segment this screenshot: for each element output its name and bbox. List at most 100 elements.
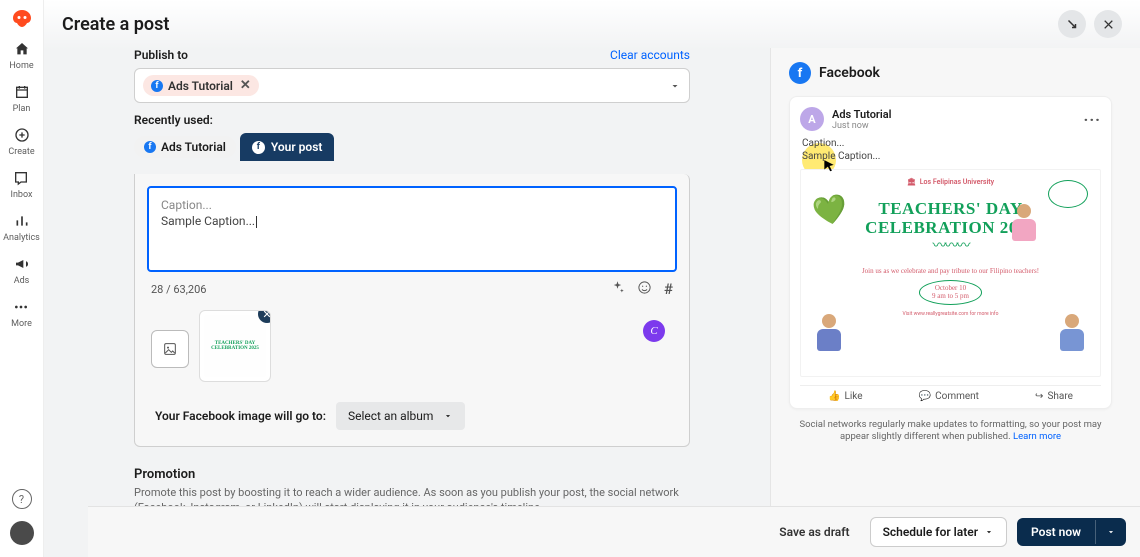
recent-chip-label: Ads Tutorial <box>161 140 226 154</box>
close-button[interactable] <box>1094 10 1122 38</box>
preview-page-name: Ads Tutorial <box>832 108 892 121</box>
account-chip[interactable]: f Ads Tutorial ✕ <box>143 75 259 96</box>
person-illustration <box>1006 204 1042 254</box>
caption-textarea[interactable]: Caption... Sample Caption... <box>147 186 677 272</box>
nav-inbox-label: Inbox <box>11 190 33 200</box>
footer: Save as draft Schedule for later Post no… <box>88 506 1140 557</box>
facebook-icon: f <box>252 141 265 154</box>
caption-line1: Caption... <box>161 198 663 212</box>
preview-card: A Ads Tutorial Just now ··· Caption... S… <box>789 96 1112 409</box>
header: Create a post <box>44 0 1140 48</box>
post-now-dropdown[interactable] <box>1095 520 1126 544</box>
preview-image: 🏛 Los Felipinas University 💚 TEACHERS' DA… <box>800 169 1101 377</box>
caption-line2: Sample Caption... <box>161 214 255 228</box>
nav-analytics[interactable]: Analytics <box>3 212 40 243</box>
flyer-title1: TEACHERS' DAY <box>878 199 1022 218</box>
album-select[interactable]: Select an album <box>336 402 465 430</box>
megaphone-icon <box>13 255 31 273</box>
your-post-tab[interactable]: f Your post <box>240 133 335 161</box>
flyer-sub2: Visit www.reallygreatsite.com for more i… <box>811 311 1090 317</box>
squiggle-icon: 〰〰〰 <box>811 235 1090 255</box>
thumbs-up-icon: 👍 <box>828 391 840 402</box>
schedule-button[interactable]: Schedule for later <box>870 517 1007 547</box>
cloud-icon <box>1048 180 1088 208</box>
cursor-icon <box>822 159 836 173</box>
preview-timestamp: Just now <box>832 121 892 131</box>
plus-circle-icon <box>13 126 31 144</box>
facebook-icon: f <box>151 80 163 92</box>
nav-create[interactable]: Create <box>8 126 34 157</box>
nav-plan-label: Plan <box>13 104 31 114</box>
flyer-date1: October 10 <box>932 284 969 292</box>
hootsuite-logo[interactable] <box>10 8 34 32</box>
chevron-down-icon <box>443 411 453 421</box>
nav-ads[interactable]: Ads <box>13 255 31 286</box>
comment-icon: 💬 <box>919 391 931 402</box>
nav-home[interactable]: Home <box>9 40 33 71</box>
flyer-sub1: Join us as we celebrate and pay tribute … <box>811 267 1090 275</box>
building-icon: 🏛 <box>907 178 916 186</box>
chevron-down-icon[interactable] <box>669 80 681 92</box>
preview-column: f Facebook A Ads Tutorial Just now ··· C… <box>770 48 1140 557</box>
publish-label: Publish to <box>134 48 188 62</box>
page-title: Create a post <box>62 14 169 35</box>
share-icon: ↪ <box>1035 391 1043 402</box>
editor-card: Caption... Sample Caption... 28 / 63,206… <box>134 174 690 447</box>
nav-more[interactable]: More <box>11 298 32 329</box>
calendar-icon <box>13 83 31 101</box>
account-chip-label: Ads Tutorial <box>168 79 233 93</box>
clear-accounts-link[interactable]: Clear accounts <box>610 48 690 62</box>
facebook-icon: f <box>144 141 156 153</box>
heart-icon: 💚 <box>810 191 850 230</box>
nav-ads-label: Ads <box>14 276 30 286</box>
chart-icon <box>13 212 31 230</box>
hashtag-icon[interactable]: # <box>664 280 673 298</box>
person-illustration <box>1054 314 1090 364</box>
learn-more-link[interactable]: Learn more <box>1013 431 1061 442</box>
preview-more-icon[interactable]: ··· <box>1084 110 1101 129</box>
preview-avatar: A <box>800 107 824 131</box>
recent-account-chip[interactable]: f Ads Tutorial <box>134 136 236 158</box>
user-avatar[interactable] <box>10 521 34 545</box>
add-media-button[interactable] <box>151 330 189 368</box>
nav-more-label: More <box>11 319 32 329</box>
nav-home-label: Home <box>9 61 33 71</box>
chevron-down-icon <box>1106 527 1116 537</box>
chevron-down-icon <box>984 527 994 537</box>
post-now-button[interactable]: Post now <box>1017 518 1095 546</box>
nav-analytics-label: Analytics <box>3 233 40 243</box>
preview-caption-line2: Sample Caption... <box>802 150 1099 163</box>
media-thumbnail[interactable]: TEACHERS' DAYCELEBRATION 2025 ✕ <box>199 310 271 382</box>
disclaimer-text: Social networks regularly make updates t… <box>789 419 1112 444</box>
nav-plan[interactable]: Plan <box>13 83 31 114</box>
compose-column: Publish to Clear accounts f Ads Tutorial… <box>44 48 770 557</box>
like-button[interactable]: 👍Like <box>828 391 863 402</box>
flyer-uni: Los Felipinas University <box>920 178 994 186</box>
comment-button[interactable]: 💬Comment <box>919 391 979 402</box>
your-post-tab-label: Your post <box>271 140 323 154</box>
nav-inbox[interactable]: Inbox <box>11 169 33 200</box>
minimize-button[interactable] <box>1058 10 1086 38</box>
emoji-icon[interactable] <box>637 280 652 298</box>
sidebar: Home Plan Create Inbox Analytics Ads Mor… <box>0 0 44 557</box>
preview-caption-line1: Caption... <box>802 137 1099 150</box>
publish-select[interactable]: f Ads Tutorial ✕ <box>134 68 690 103</box>
canva-button[interactable]: C <box>643 320 665 342</box>
album-select-value: Select an album <box>348 409 433 423</box>
album-label: Your Facebook image will go to: <box>155 409 326 423</box>
home-icon <box>13 40 31 58</box>
nav-create-label: Create <box>8 147 34 157</box>
help-icon[interactable]: ? <box>12 489 32 509</box>
ai-sparkle-icon[interactable] <box>610 280 625 298</box>
preview-network-label: Facebook <box>819 65 880 81</box>
share-button[interactable]: ↪Share <box>1035 391 1073 402</box>
more-icon <box>12 298 30 316</box>
person-illustration <box>811 314 847 364</box>
recently-used-label: Recently used: <box>134 113 690 127</box>
save-draft-button[interactable]: Save as draft <box>769 518 859 546</box>
chip-remove-icon[interactable]: ✕ <box>240 78 251 93</box>
inbox-icon <box>12 169 30 187</box>
facebook-icon: f <box>789 62 811 84</box>
char-count: 28 / 63,206 <box>151 283 206 296</box>
flyer-date2: 9 am to 5 pm <box>932 292 969 300</box>
